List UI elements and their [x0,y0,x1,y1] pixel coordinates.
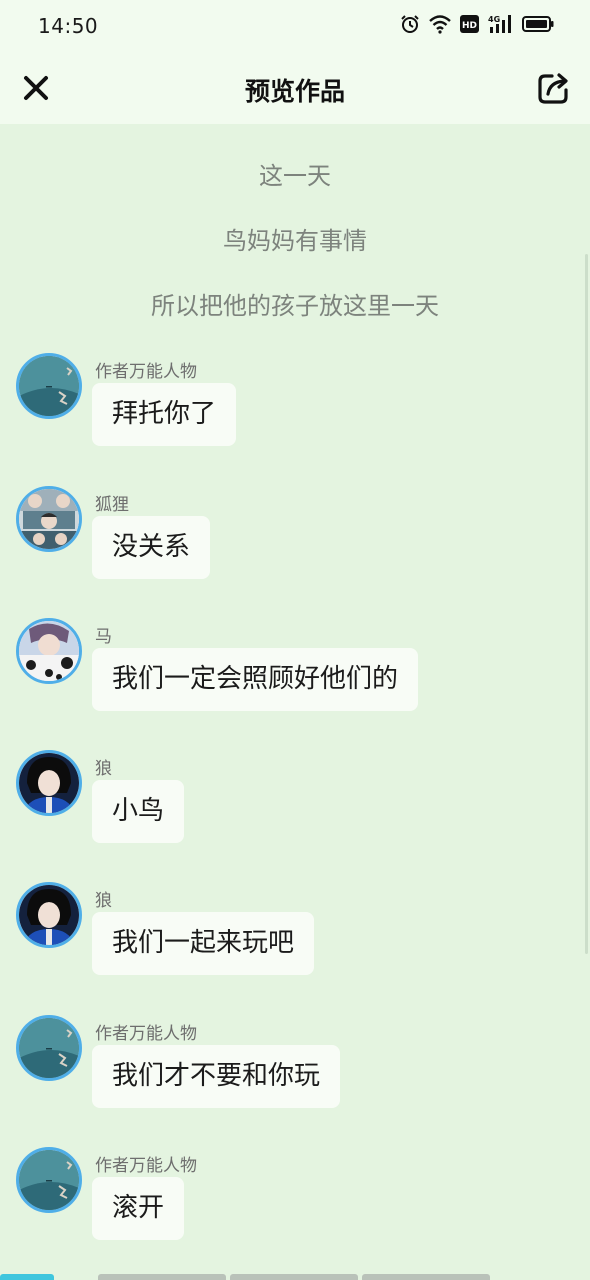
chat-message: 狼 我们一起来玩吧 [16,882,576,982]
sender-name: 狼 [95,759,112,779]
chat-message: 作者万能人物 拜托你了 [16,353,576,453]
narration-line: 这一天 [259,162,331,190]
message-bubble[interactable]: 没关系 [92,516,211,579]
page-title: 预览作品 [244,77,345,106]
message-bubble[interactable]: 我们才不要和你玩 [92,1045,341,1108]
message-bubble[interactable]: 滚开 [92,1177,185,1240]
wolf-avatar[interactable] [16,750,82,816]
story-content[interactable]: 这一天 鸟妈妈有事情 所以把他的孩子放这里一天 作者万能人物 拜托你了 狐狸 没… [0,124,590,1280]
tab-indicator[interactable] [362,1274,490,1280]
battery-icon [522,14,554,34]
status-time: 14:50 [38,14,99,38]
message-bubble[interactable]: 我们一起来玩吧 [92,912,315,975]
tab-indicator[interactable] [230,1274,358,1280]
message-bubble[interactable]: 拜托你了 [92,383,237,446]
svg-text:HD: HD [462,21,477,31]
scrollbar[interactable] [585,254,588,954]
wolf-avatar[interactable] [16,882,82,948]
narration-line: 鸟妈妈有事情 [223,227,367,255]
signal-4g-icon: 4G [488,14,514,34]
message-bubble[interactable]: 小鸟 [92,780,185,843]
fox-avatar[interactable] [16,486,82,552]
author-avatar[interactable] [16,1015,82,1081]
sender-name: 狐狸 [95,495,129,515]
chat-message: 狼 小鸟 [16,750,576,850]
sender-name: 作者万能人物 [95,362,197,382]
horse-avatar[interactable] [16,618,82,684]
alarm-icon [400,14,420,34]
tab-indicator[interactable] [98,1274,226,1280]
chat-message: 作者万能人物 我们才不要和你玩 [16,1015,576,1115]
sender-name: 马 [95,627,112,647]
chat-message: 狐狸 没关系 [16,486,576,586]
author-avatar[interactable] [16,353,82,419]
svg-text:4G: 4G [488,15,500,24]
chat-message: 作者万能人物 滚开 [16,1147,576,1247]
author-avatar[interactable] [16,1147,82,1213]
status-bar: 14:50 HD 4G [0,0,590,54]
sender-name: 狼 [95,891,112,911]
narration-line: 所以把他的孩子放这里一天 [151,292,439,320]
nav-bar: 预览作品 [0,54,590,124]
tab-indicator-active[interactable] [0,1274,54,1280]
sender-name: 作者万能人物 [95,1156,197,1176]
status-icons: HD 4G [400,14,554,34]
sender-name: 作者万能人物 [95,1024,197,1044]
bottom-tab-strip [0,1274,590,1280]
share-icon[interactable] [536,70,572,106]
hd-icon: HD [460,14,480,34]
chat-message: 马 我们一定会照顾好他们的 [16,618,576,718]
message-bubble[interactable]: 我们一定会照顾好他们的 [92,648,419,711]
wifi-icon [428,14,452,34]
